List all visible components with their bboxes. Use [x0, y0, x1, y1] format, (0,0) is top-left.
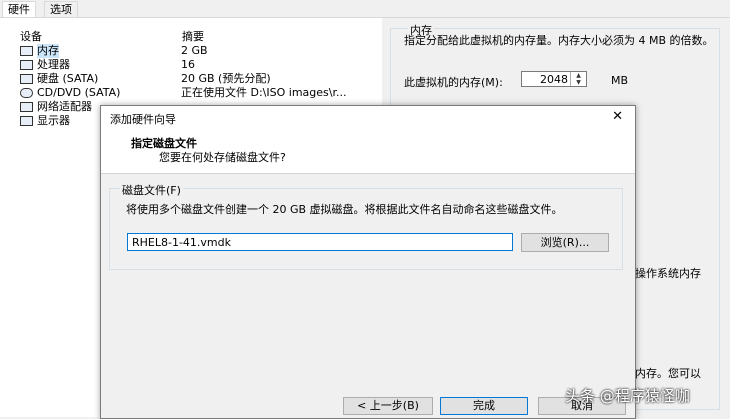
finish-button[interactable]: 完成 [440, 397, 528, 415]
device-row-disk[interactable]: 硬盘 (SATA) 20 GB (预先分配) [18, 72, 378, 86]
memory-icon [20, 46, 33, 56]
back-button[interactable]: < 上一步(B) [343, 397, 433, 415]
memory-spinner[interactable]: 2048 ▲ ▼ [521, 71, 587, 87]
disk-file-value: RHEL8-1-41.vmdk [132, 236, 231, 249]
browse-button[interactable]: 浏览(R)... [521, 233, 609, 252]
dialog-title: 添加硬件向导 [110, 113, 176, 126]
tab-options[interactable]: 选项 [44, 1, 78, 17]
device-summary: 16 [181, 58, 195, 71]
device-summary: 正在使用文件 D:\ISO images\r... [181, 86, 347, 99]
device-name: 内存 [37, 44, 59, 58]
device-summary: 2 GB [181, 44, 208, 57]
memory-label: 此虚拟机的内存(M): [404, 76, 503, 89]
device-name: 处理器 [37, 58, 70, 71]
disk-file-group: 磁盘文件(F) 将使用多个磁盘文件创建一个 20 GB 虚拟磁盘。将根据此文件名… [109, 182, 623, 270]
network-icon [20, 102, 33, 112]
spinner-arrows-icon[interactable]: ▲ ▼ [570, 72, 586, 86]
tab-bar: 硬件 选项 [0, 0, 730, 18]
device-row-memory[interactable]: 内存 2 GB [18, 44, 378, 58]
column-summary[interactable]: 摘要 [182, 28, 204, 44]
cdrom-icon [20, 88, 33, 98]
dialog-header: 指定磁盘文件 您要在何处存储磁盘文件? [101, 128, 635, 174]
watermark: 头条 @程序猿怪咖 [565, 387, 690, 405]
memory-note-tail: 内存。您可以 [635, 367, 701, 380]
disk-icon [20, 74, 33, 84]
disk-file-description: 将使用多个磁盘文件创建一个 20 GB 虚拟磁盘。将根据此文件名自动命名这些磁盘… [126, 203, 563, 216]
dialog-subheading: 您要在何处存储磁盘文件? [159, 151, 286, 164]
add-hardware-wizard: 添加硬件向导 ✕ 指定磁盘文件 您要在何处存储磁盘文件? 磁盘文件(F) 将使用… [100, 105, 636, 419]
device-summary: 20 GB (预先分配) [181, 72, 271, 85]
memory-value: 2048 [540, 73, 568, 86]
device-list-header: 设备 摘要 [20, 28, 380, 44]
column-device[interactable]: 设备 [20, 28, 42, 44]
device-name: 网络适配器 [37, 100, 92, 113]
memory-note-os: 操作系统内存 [635, 267, 701, 280]
device-row-cdrom[interactable]: CD/DVD (SATA) 正在使用文件 D:\ISO images\r... [18, 86, 378, 100]
disk-file-input[interactable]: RHEL8-1-41.vmdk [127, 233, 513, 251]
memory-description: 指定分配给此虚拟机的内存量。内存大小必须为 4 MB 的倍数。 [404, 34, 714, 47]
close-icon[interactable]: ✕ [612, 109, 623, 124]
dialog-titlebar: 添加硬件向导 ✕ [101, 106, 635, 128]
cpu-icon [20, 60, 33, 70]
device-name: CD/DVD (SATA) [37, 86, 121, 99]
tab-hardware[interactable]: 硬件 [2, 1, 36, 17]
device-name: 显示器 [37, 114, 70, 127]
device-name: 硬盘 (SATA) [37, 72, 99, 85]
display-icon [20, 116, 33, 126]
device-row-cpu[interactable]: 处理器 16 [18, 58, 378, 72]
memory-unit: MB [611, 74, 629, 87]
disk-file-group-title: 磁盘文件(F) [120, 182, 183, 198]
